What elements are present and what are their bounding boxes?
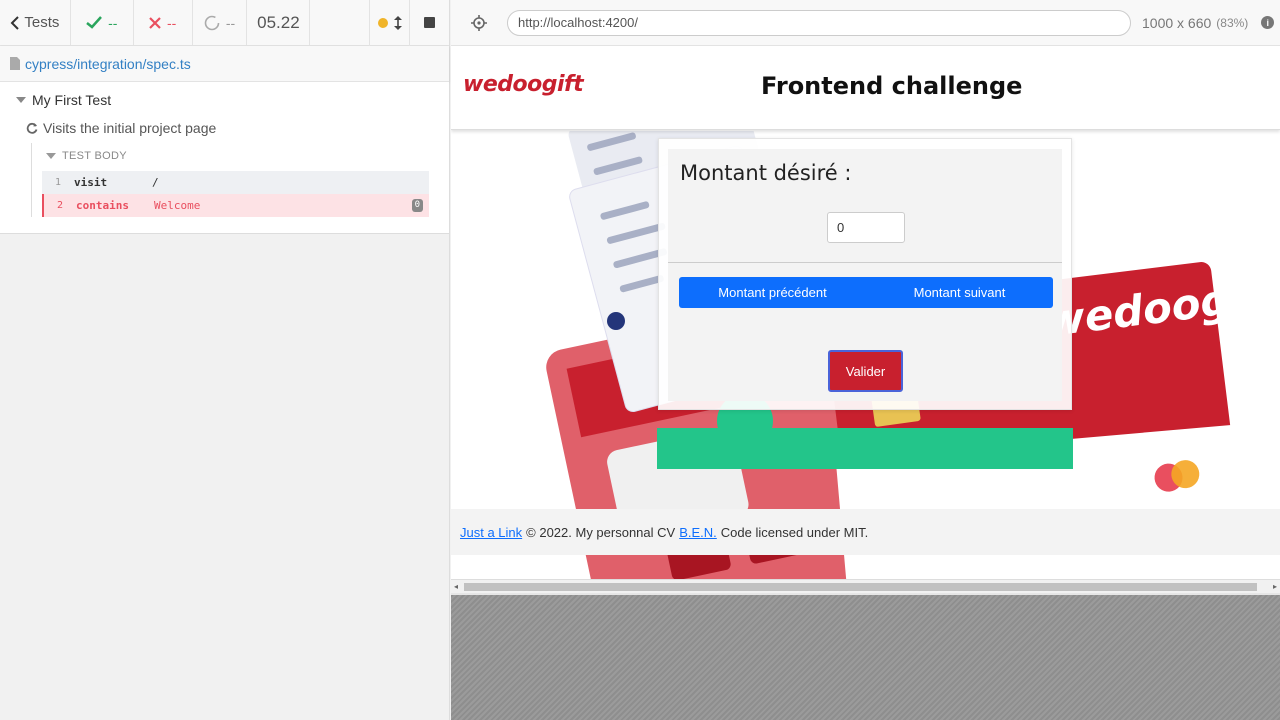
test-body: TEST BODY 1 visit / 2 contains Welcome 0 xyxy=(31,143,429,217)
runnables-list: My First Test Visits the initial project… xyxy=(0,82,449,234)
url-bar[interactable] xyxy=(507,9,1131,36)
arrows-vertical-icon xyxy=(393,15,402,30)
crosshair-icon xyxy=(471,14,487,31)
next-amount-button[interactable]: Montant suivant xyxy=(866,277,1053,308)
aut-header: 1000 x 660 (83%) i xyxy=(451,0,1280,46)
test-title: Visits the initial project page xyxy=(43,120,217,136)
file-icon xyxy=(10,57,20,70)
caret-down-icon xyxy=(16,97,26,103)
chevron-left-icon xyxy=(10,15,20,30)
command-number: 2 xyxy=(56,200,64,211)
tests-back-button[interactable]: Tests xyxy=(0,0,71,45)
element-count-badge: 0 xyxy=(411,199,423,212)
stop-button[interactable] xyxy=(409,0,449,46)
test-body-label: TEST BODY xyxy=(62,150,127,162)
command-number: 1 xyxy=(54,177,62,188)
viewport-scale: (83%) xyxy=(1216,15,1249,30)
refresh-icon xyxy=(26,122,38,134)
x-icon xyxy=(149,16,161,29)
submit-button[interactable]: Valider xyxy=(828,350,903,392)
pending-stat[interactable]: -- xyxy=(193,0,248,45)
tests-label: Tests xyxy=(24,14,60,31)
footer-link[interactable]: Just a Link xyxy=(460,525,522,540)
passed-stat[interactable]: -- xyxy=(71,0,134,45)
command-row-failed[interactable]: 2 contains Welcome 0 xyxy=(42,194,429,217)
pending-count: -- xyxy=(225,14,236,31)
auto-scroll-toggle[interactable] xyxy=(369,0,409,46)
scrollbar-thumb[interactable] xyxy=(464,583,1257,591)
command-message: / xyxy=(152,176,159,189)
app-footer: Just a Link © 2022. My personnal CV B.E.… xyxy=(451,509,1280,555)
footer-author-link[interactable]: B.E.N. xyxy=(679,525,717,540)
scroll-right-icon[interactable]: ▸ xyxy=(1273,582,1277,591)
spec-file-link[interactable]: cypress/integration/spec.ts xyxy=(25,56,191,72)
failed-count: -- xyxy=(166,14,177,31)
amount-input[interactable] xyxy=(827,212,905,243)
command-message: Welcome xyxy=(154,199,201,212)
page-title: Frontend challenge xyxy=(761,72,1023,100)
viewport-info: 1000 x 660 (83%) i xyxy=(1142,14,1275,31)
test-row[interactable]: Visits the initial project page xyxy=(0,113,449,143)
passed-count: -- xyxy=(108,14,118,31)
command-name: visit xyxy=(74,176,108,189)
footer-license: Code licensed under MIT. xyxy=(720,524,869,540)
info-icon[interactable]: i xyxy=(1261,16,1275,29)
spec-bar: cypress/integration/spec.ts xyxy=(0,46,449,82)
amount-label: Montant désiré : xyxy=(680,161,852,185)
command-row[interactable]: 1 visit / xyxy=(42,171,429,194)
amount-card-body: Montant désiré : Montant précédent Monta… xyxy=(668,149,1062,401)
viewport-size: 1000 x 660 xyxy=(1142,14,1212,31)
test-body-header[interactable]: TEST BODY xyxy=(42,145,429,167)
pending-circle-icon xyxy=(204,15,220,30)
selector-playground-button[interactable] xyxy=(451,0,507,46)
divider xyxy=(668,262,1062,263)
aut-iframe: wedoogift Frontend challenge wedoogift M… xyxy=(451,46,1280,593)
stop-icon xyxy=(424,17,435,28)
duration: 05.22 xyxy=(247,0,311,45)
aut-empty-area xyxy=(451,593,1280,720)
horizontal-scrollbar[interactable]: ◂ ▸ xyxy=(451,579,1280,593)
suite-title: My First Test xyxy=(32,92,112,108)
failed-stat[interactable]: -- xyxy=(134,0,193,45)
amount-card: Montant désiré : Montant précédent Monta… xyxy=(658,138,1072,410)
status-dot-icon xyxy=(377,17,388,28)
previous-amount-button[interactable]: Montant précédent xyxy=(679,277,866,308)
check-icon xyxy=(86,16,103,29)
wedoogift-logo[interactable]: wedoogift xyxy=(463,72,584,97)
result-bar xyxy=(657,428,1073,469)
suite-row[interactable]: My First Test xyxy=(0,87,449,113)
reporter-panel: Tests -- -- -- 05.22 cypress/integration… xyxy=(0,0,450,720)
scroll-left-icon[interactable]: ◂ xyxy=(454,582,458,591)
reporter-header: Tests -- -- -- 05.22 xyxy=(0,0,449,46)
app-header: wedoogift Frontend challenge xyxy=(451,46,1280,130)
command-name: contains xyxy=(76,199,129,212)
reporter-controls xyxy=(310,0,449,46)
caret-down-icon xyxy=(46,153,56,159)
footer-text: © 2022. My personnal CV xyxy=(526,524,676,540)
amount-nav-buttons: Montant précédent Montant suivant xyxy=(679,277,1053,308)
